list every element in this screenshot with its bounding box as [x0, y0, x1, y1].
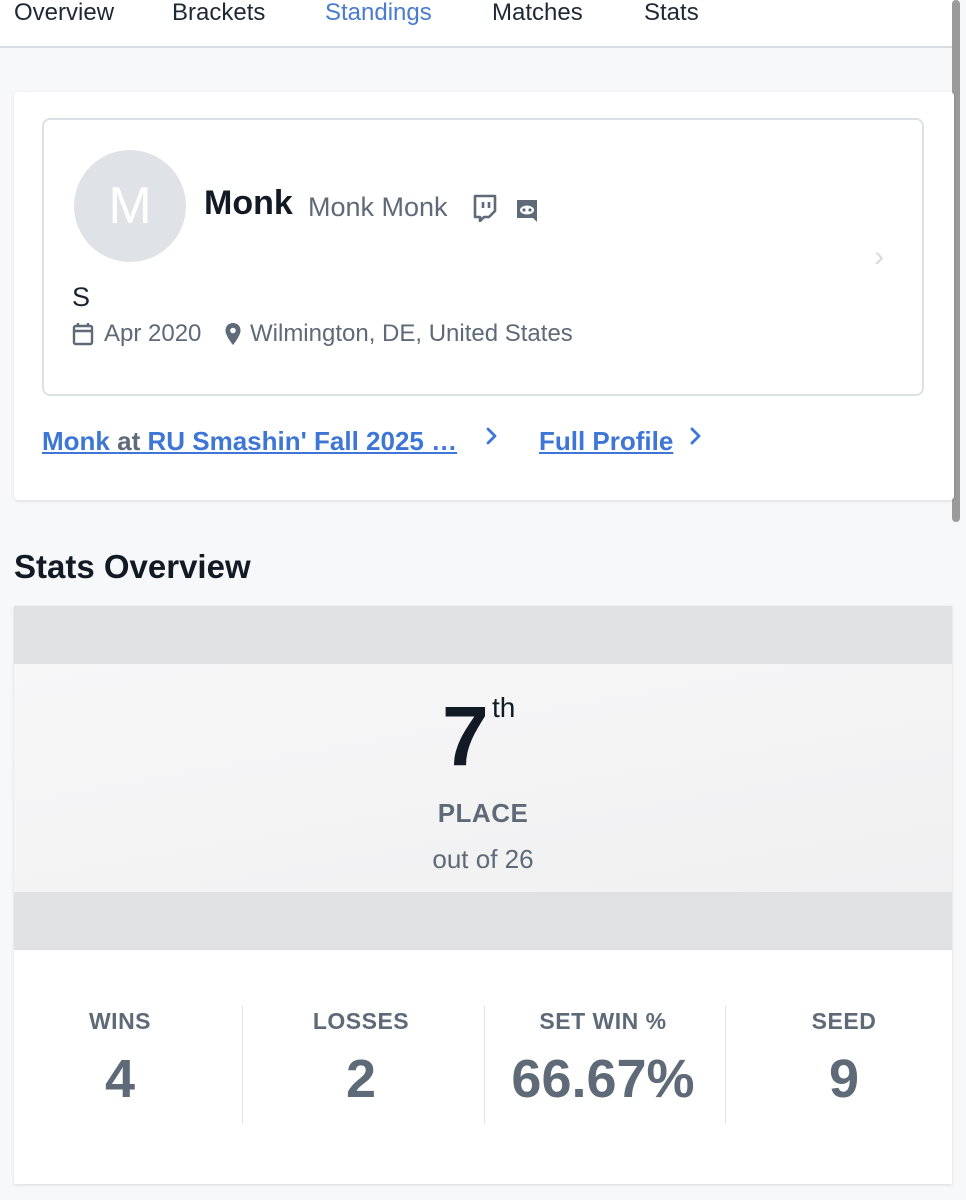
event-profile-link[interactable]: Monk at RU Smashin' Fall 2025 … — [42, 426, 457, 457]
stat-wins: WINS 4 — [5, 1008, 235, 1109]
stat-losses: LOSSES 2 — [246, 1008, 476, 1109]
location-pin-icon — [224, 322, 242, 351]
chevron-right-icon[interactable] — [688, 424, 704, 455]
place-number: 7 — [442, 689, 489, 783]
chevron-right-icon: › — [874, 240, 884, 273]
discord-icon[interactable] — [514, 198, 540, 229]
stat-divider — [484, 1006, 485, 1124]
place-suffix: th — [492, 692, 516, 723]
stat-label: LOSSES — [312, 1008, 410, 1034]
location: Wilmington, DE, United States — [250, 320, 573, 347]
section-title: Stats Overview — [14, 548, 251, 585]
player-tagline: S — [72, 282, 91, 312]
placement-band-bottom — [14, 892, 952, 950]
stat-value: 66.67% — [511, 1049, 695, 1109]
stat-seed: SEED 9 — [729, 1008, 959, 1109]
stat-label: SET WIN % — [539, 1008, 667, 1034]
tab-overview[interactable]: Overview — [14, 0, 114, 26]
twitch-icon[interactable] — [472, 194, 498, 227]
placement-band-top — [14, 606, 952, 664]
event-name: RU Smashin' Fall 2025 … — [147, 426, 458, 456]
nav-tabs: Overview Brackets Standings Matches Stat… — [0, 0, 952, 48]
tab-stats[interactable]: Stats — [644, 0, 699, 26]
stat-label: SEED — [811, 1008, 877, 1034]
tab-standings[interactable]: Standings — [325, 0, 432, 26]
event-player-name: Monk — [42, 426, 110, 456]
avatar: M — [74, 150, 186, 262]
event-at-text: at — [117, 426, 141, 456]
stat-set-win-percent: SET WIN % 66.67% — [488, 1008, 718, 1109]
gamer-tag: Monk — [204, 184, 293, 222]
real-name: Monk Monk — [308, 192, 448, 222]
tab-brackets[interactable]: Brackets — [172, 0, 265, 26]
placement-banner: 7 th PLACE out of 26 — [14, 664, 952, 892]
stat-value: 2 — [345, 1049, 377, 1109]
stat-label: WINS — [88, 1008, 152, 1034]
stat-divider — [725, 1006, 726, 1124]
chevron-right-icon[interactable] — [484, 424, 500, 455]
joined-date: Apr 2020 — [104, 320, 202, 347]
player-profile-box[interactable]: M Monk Monk Monk › S Apr 2020 Wilmington… — [42, 118, 924, 396]
stat-divider — [242, 1006, 243, 1124]
full-profile-link[interactable]: Full Profile — [539, 426, 673, 457]
stat-value: 9 — [828, 1049, 860, 1109]
calendar-icon — [72, 322, 94, 351]
stats-overview-card: 7 th PLACE out of 26 WINS 4 LOSSES 2 SET… — [14, 606, 952, 1184]
player-card: M Monk Monk Monk › S Apr 2020 Wilmington… — [14, 92, 954, 500]
stat-value: 4 — [104, 1049, 136, 1109]
place-label: PLACE — [437, 798, 529, 828]
place-out-of: out of 26 — [432, 844, 534, 874]
tab-matches[interactable]: Matches — [492, 0, 583, 26]
